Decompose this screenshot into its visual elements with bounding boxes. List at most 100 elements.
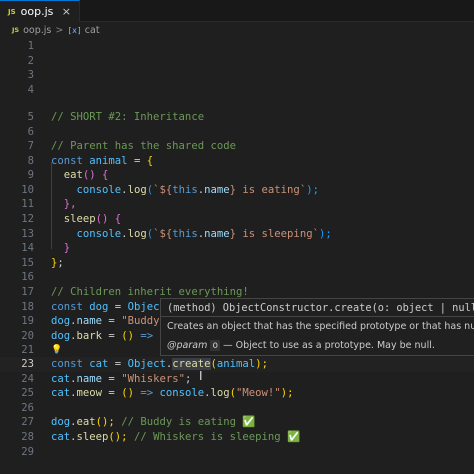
code-function: eat xyxy=(63,169,83,182)
code-keyword: this xyxy=(172,183,198,196)
method-signature: (method) ObjectConstructor.create(o: obj… xyxy=(167,302,474,314)
code-bracket: () xyxy=(95,213,109,225)
code-line[interactable]: 13 console.log(`${this.name} is sleeping… xyxy=(0,227,474,242)
code-line[interactable]: 5 // SHORT #2: Inheritance xyxy=(0,110,474,125)
code-comment: // Whiskers is sleeping xyxy=(127,431,288,443)
code-line[interactable]: 24 cat.name = "Whiskers"; xyxy=(0,372,474,387)
code-editor[interactable]: 1 2 3 4 5 // SHORT #2: Inheritance 6 7 // … xyxy=(0,38,474,474)
code-line[interactable]: 7 // Parent has the shared code xyxy=(0,139,474,154)
code-line[interactable]: 12 sleep() { xyxy=(0,212,474,227)
code-function: log xyxy=(127,227,147,240)
line-number: 16 xyxy=(21,271,34,284)
line-number: 3 xyxy=(27,69,34,82)
code-arrow: => xyxy=(133,387,160,400)
code-bracket: (); xyxy=(95,416,115,429)
code-operator: = xyxy=(108,358,128,370)
text-cursor-icon: I xyxy=(199,369,203,383)
code-line[interactable]: 11 }, xyxy=(0,197,474,212)
breadcrumb: JS oop.js > [x] cat xyxy=(0,22,474,38)
code-line[interactable]: 3 xyxy=(0,68,474,83)
code-bracket: ); xyxy=(306,183,319,196)
code-line[interactable]: 9 eat() { xyxy=(0,168,474,183)
code-line[interactable]: 2 xyxy=(0,54,474,69)
line-number: 17 xyxy=(21,286,34,298)
breadcrumb-file[interactable]: oop.js xyxy=(23,25,51,36)
code-object: console xyxy=(76,183,122,196)
param-tag: @param xyxy=(167,340,208,351)
code-property: name xyxy=(76,315,103,328)
code-bracket: ); xyxy=(318,227,332,240)
code-bracket: { xyxy=(108,213,122,225)
code-line[interactable]: 1 xyxy=(0,39,474,54)
code-bracket: ); xyxy=(255,358,268,370)
param-description: — Object to use as a prototype. May be n… xyxy=(220,340,435,351)
code-line[interactable]: 14 } xyxy=(0,241,474,256)
code-variable: cat xyxy=(51,431,71,443)
code-line[interactable]: 8 const animal = { xyxy=(0,154,474,169)
hover-tooltip: (method) ObjectConstructor.create(o: obj… xyxy=(160,298,474,356)
code-line[interactable]: 10 console.log(`${this.name} is eating`)… xyxy=(0,183,474,198)
code-string: "Whiskers" xyxy=(121,372,185,385)
code-variable: dog xyxy=(51,315,71,328)
line-number: 9 xyxy=(27,169,34,182)
code-bracket: ); xyxy=(280,387,294,400)
code-bracket: }, xyxy=(63,198,77,211)
chevron-right-icon: > xyxy=(55,24,64,36)
code-punctuation: ; xyxy=(184,372,192,385)
code-function: meow xyxy=(76,387,103,400)
code-line[interactable]: 25 cat.meow = () => console.log("Meow!"); xyxy=(0,386,474,401)
param-name: o xyxy=(210,340,221,351)
code-operator: = xyxy=(102,372,122,385)
code-line-current[interactable]: 23 const cat = Object.create(animal); xyxy=(0,357,474,372)
tab-label: oop.js xyxy=(20,5,54,18)
code-comment: // SHORT #2: Inheritance xyxy=(51,111,205,123)
line-number: 2 xyxy=(27,54,34,67)
code-function-highlight: c xyxy=(172,358,179,370)
code-keyword: const xyxy=(51,154,83,167)
code-variable: animal xyxy=(89,154,128,167)
code-function: log xyxy=(210,387,230,400)
code-line[interactable]: 27 dog.eat(); // Buddy is eating ✅ xyxy=(0,415,474,430)
javascript-file-icon: JS xyxy=(12,26,20,34)
code-object: console xyxy=(76,227,122,240)
code-object: Object xyxy=(127,358,166,370)
line-number: 21 xyxy=(21,344,34,357)
code-variable: dog xyxy=(89,300,109,313)
code-line[interactable]: 16 xyxy=(0,270,474,285)
code-function: log xyxy=(127,183,147,196)
code-argument: animal xyxy=(216,358,256,370)
code-bracket: (); xyxy=(108,431,128,443)
code-punctuation: ; xyxy=(57,256,64,269)
code-comment: // Children inherit everything! xyxy=(51,286,249,298)
breadcrumb-symbol[interactable]: cat xyxy=(85,25,100,36)
code-bracket: () xyxy=(121,329,134,342)
code-bracket: () xyxy=(82,169,96,182)
code-variable: cat xyxy=(89,358,109,370)
code-line[interactable]: 6 xyxy=(0,125,474,140)
line-number: 15 xyxy=(21,256,34,269)
code-function: bark xyxy=(76,329,103,342)
line-number: 25 xyxy=(21,387,34,400)
code-property: name xyxy=(204,183,230,196)
code-string: "Meow!" xyxy=(236,387,281,400)
line-number: 29 xyxy=(21,445,34,458)
code-line[interactable]: 29 xyxy=(0,445,474,460)
code-line[interactable]: 28 cat.sleep(); // Whiskers is sleeping ✅ xyxy=(0,430,474,445)
param-doc: @param o — Object to use as a prototype.… xyxy=(167,340,435,351)
tab-oop-js[interactable]: JS oop.js × xyxy=(0,0,80,22)
line-number: 13 xyxy=(21,227,34,240)
close-icon[interactable]: × xyxy=(62,5,71,18)
variable-icon: [x] xyxy=(67,25,82,35)
code-operator: = xyxy=(102,329,122,342)
code-string: } is sleeping` xyxy=(229,227,319,240)
code-line[interactable]: 4 xyxy=(0,83,474,98)
code-line[interactable]: 15}; xyxy=(0,256,474,271)
code-property: name xyxy=(76,372,103,385)
code-operator: = xyxy=(108,300,128,313)
code-line[interactable]: 26 xyxy=(0,401,474,416)
tab-bar: JS oop.js × xyxy=(0,0,474,22)
lightbulb-icon[interactable]: 💡 xyxy=(51,343,62,358)
code-bracket: } xyxy=(63,242,71,255)
code-string: } is eating` xyxy=(229,183,307,196)
code-keyword: this xyxy=(172,227,198,240)
